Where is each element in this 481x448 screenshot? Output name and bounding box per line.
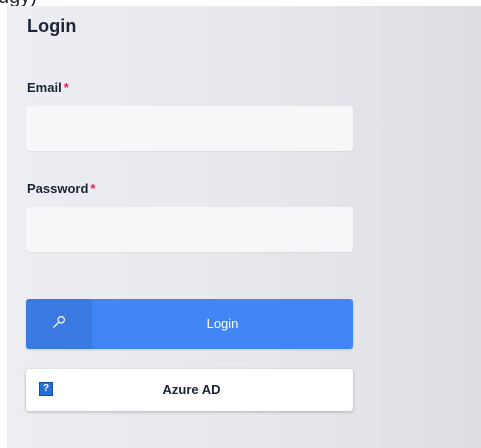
- email-label-text: Email: [27, 80, 62, 95]
- key-icon: [52, 315, 66, 334]
- password-label-text: Password: [27, 181, 89, 196]
- password-field[interactable]: [26, 207, 353, 252]
- email-label: Email *: [27, 80, 69, 95]
- login-button-label: Login: [206, 316, 239, 331]
- required-marker: *: [90, 181, 96, 196]
- password-label: Password *: [27, 181, 95, 196]
- login-button[interactable]: Login: [26, 299, 353, 349]
- login-button-icon-area: [26, 299, 92, 349]
- required-marker: *: [63, 80, 69, 95]
- page-title: Login: [27, 16, 77, 36]
- email-field[interactable]: [26, 106, 353, 151]
- azure-ad-button-label: Azure AD: [162, 382, 221, 397]
- azure-ad-button[interactable]: ? Azure AD: [26, 369, 353, 411]
